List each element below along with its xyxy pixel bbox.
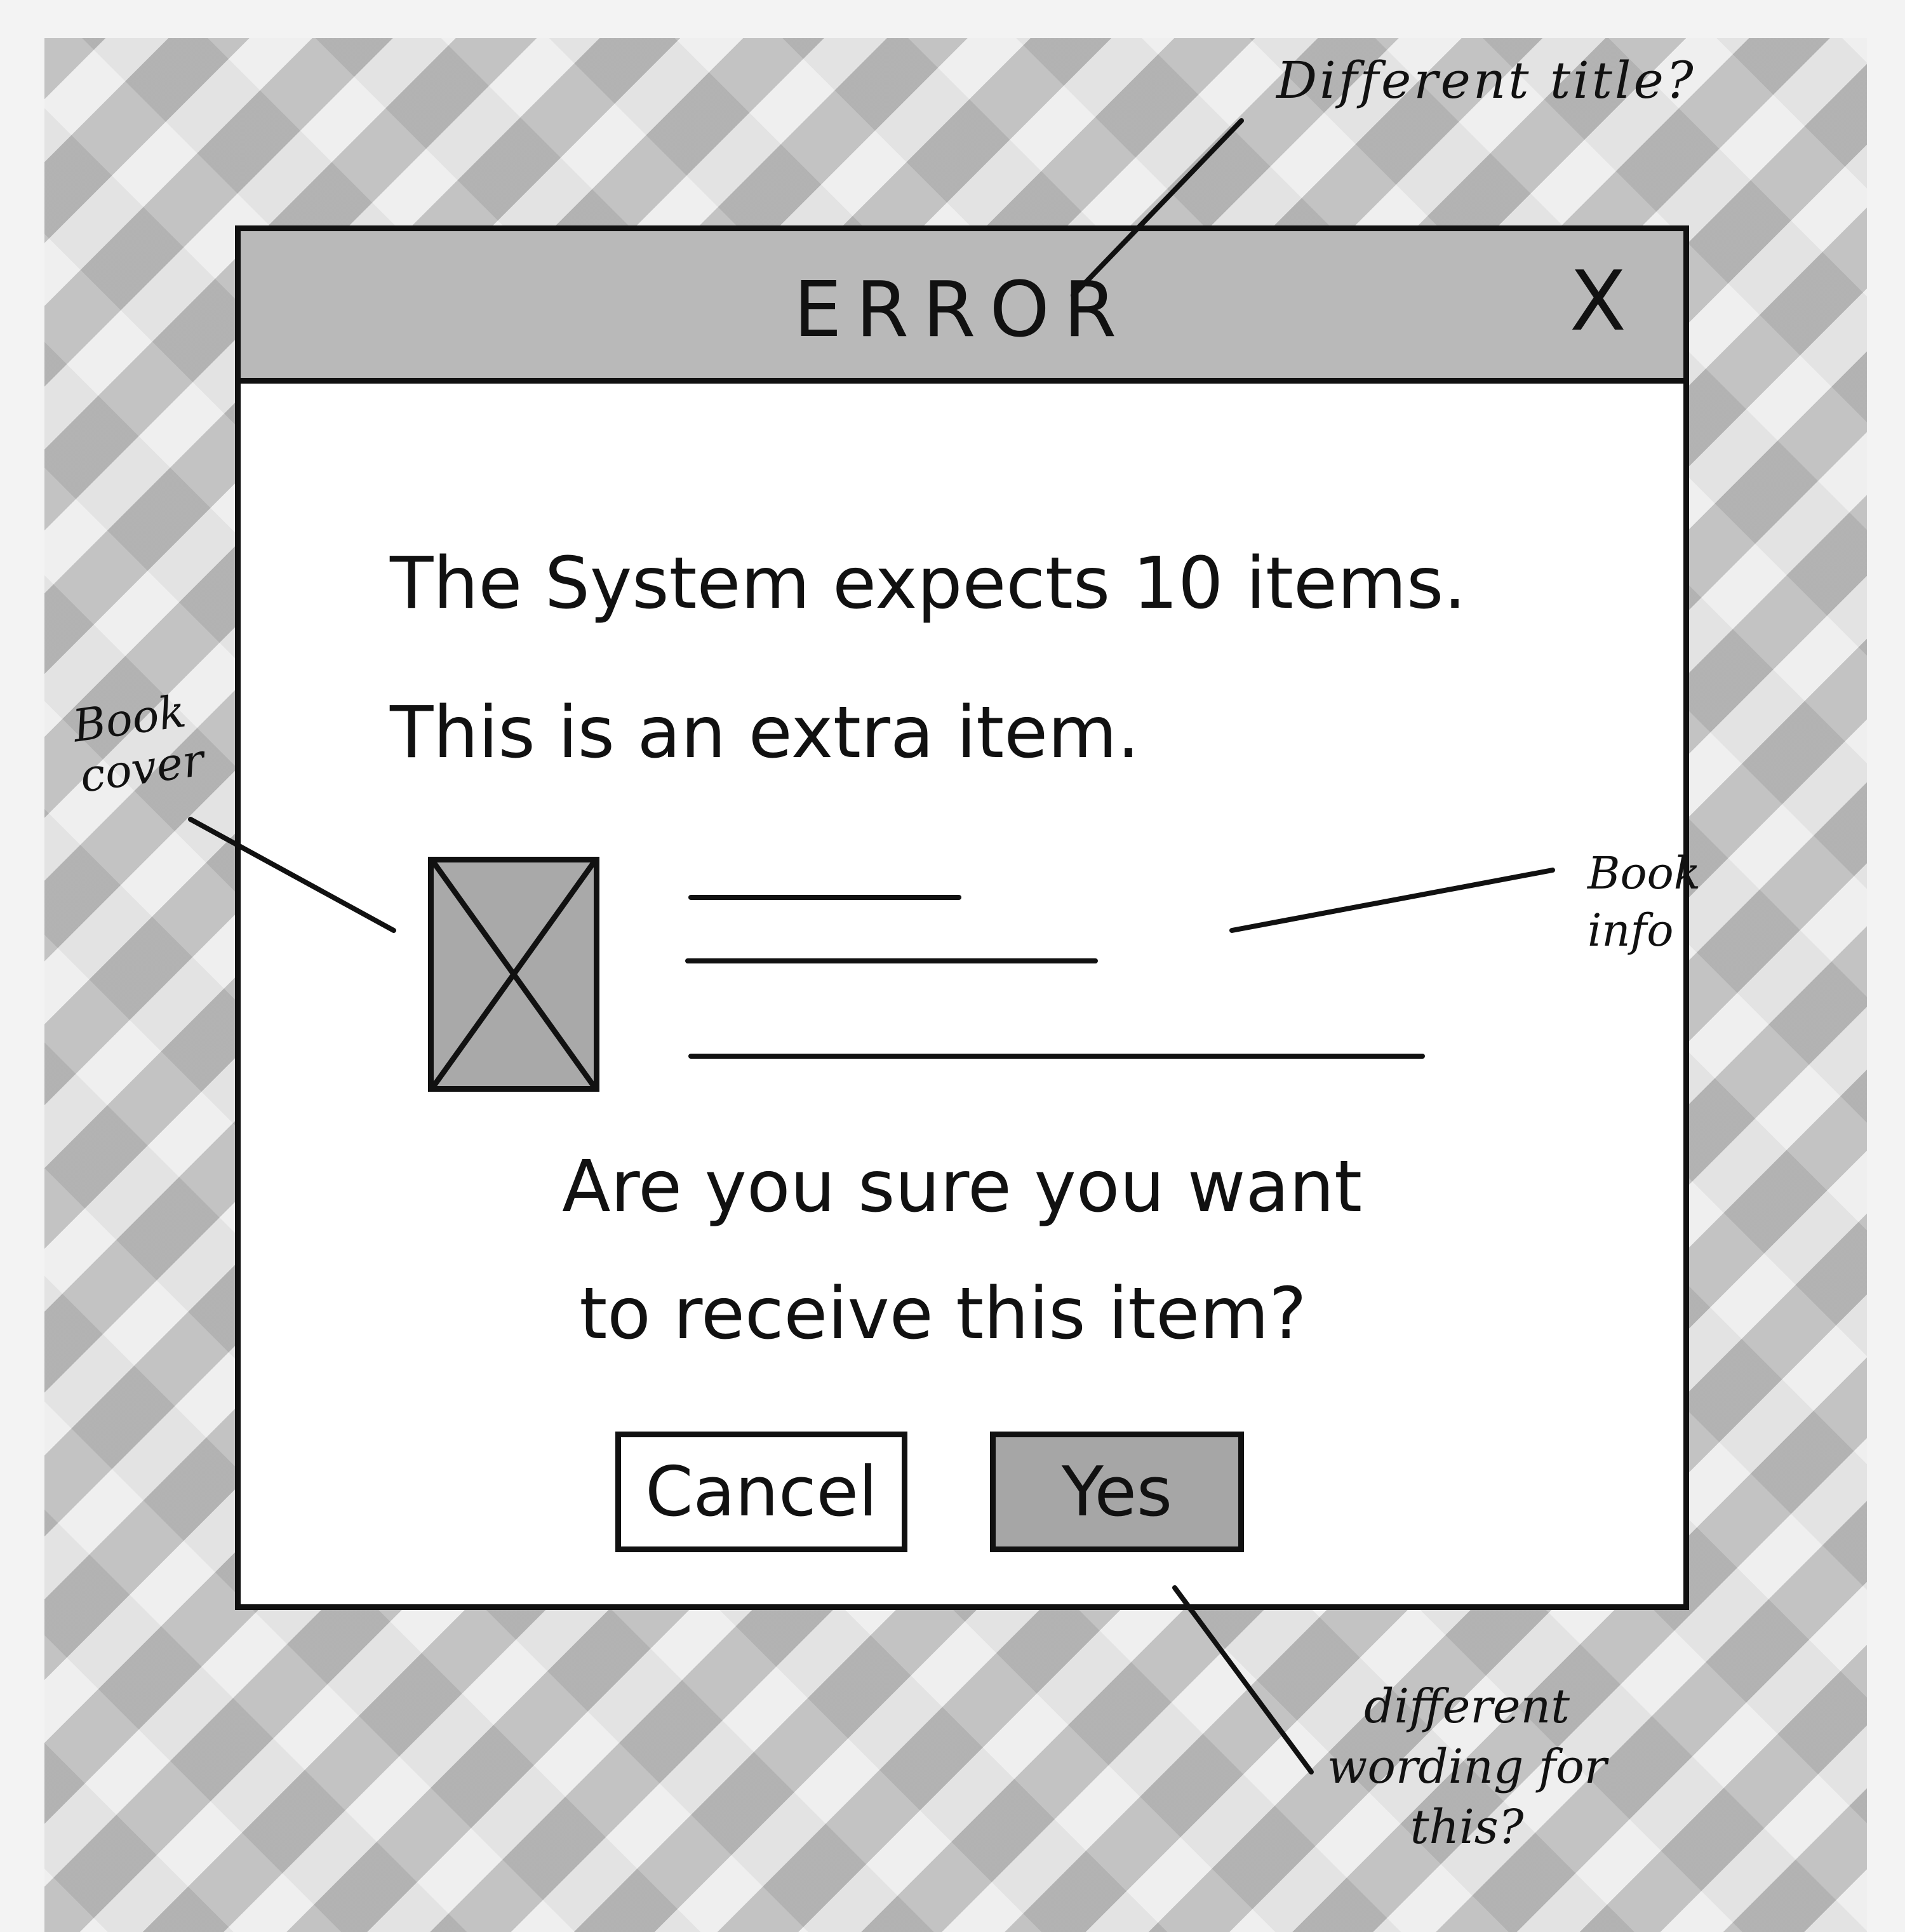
dialog-titlebar: ERROR X [241,231,1683,384]
dialog-title: ERROR [793,266,1131,354]
book-info-line-1 [688,895,961,900]
note-book-info-line-2: info [1588,904,1674,956]
paper-edge-top [0,0,1905,38]
book-cover-placeholder [428,857,599,1092]
note-wording-line-1: different [1364,1679,1570,1734]
book-info-line-3 [688,1054,1425,1059]
note-different-wording: different wording for this? [1327,1677,1607,1858]
message-line-1: The System expects 10 items. [390,542,1466,625]
note-book-cover: Book cover [70,684,207,803]
question-line-2: to receive this item? [579,1273,1307,1355]
image-placeholder-icon [432,860,596,1089]
note-wording-line-2: wording for [1327,1740,1607,1794]
paper-edge-right [1867,0,1905,1932]
close-icon[interactable]: X [1570,260,1626,342]
book-info-line-2 [685,958,1098,963]
cancel-button[interactable]: Cancel [615,1432,907,1552]
paper-edge-left [0,0,44,1932]
note-book-info: Book info [1588,845,1701,959]
question-line-1: Are you sure you want [561,1146,1363,1228]
yes-button[interactable]: Yes [990,1432,1244,1552]
note-book-info-line-1: Book [1588,847,1701,899]
message-line-2: This is an extra item. [390,692,1140,774]
error-dialog: ERROR X The System expects 10 items. Thi… [235,225,1689,1610]
note-different-title: Different title? [1276,51,1696,110]
note-wording-line-3: this? [1410,1800,1524,1855]
